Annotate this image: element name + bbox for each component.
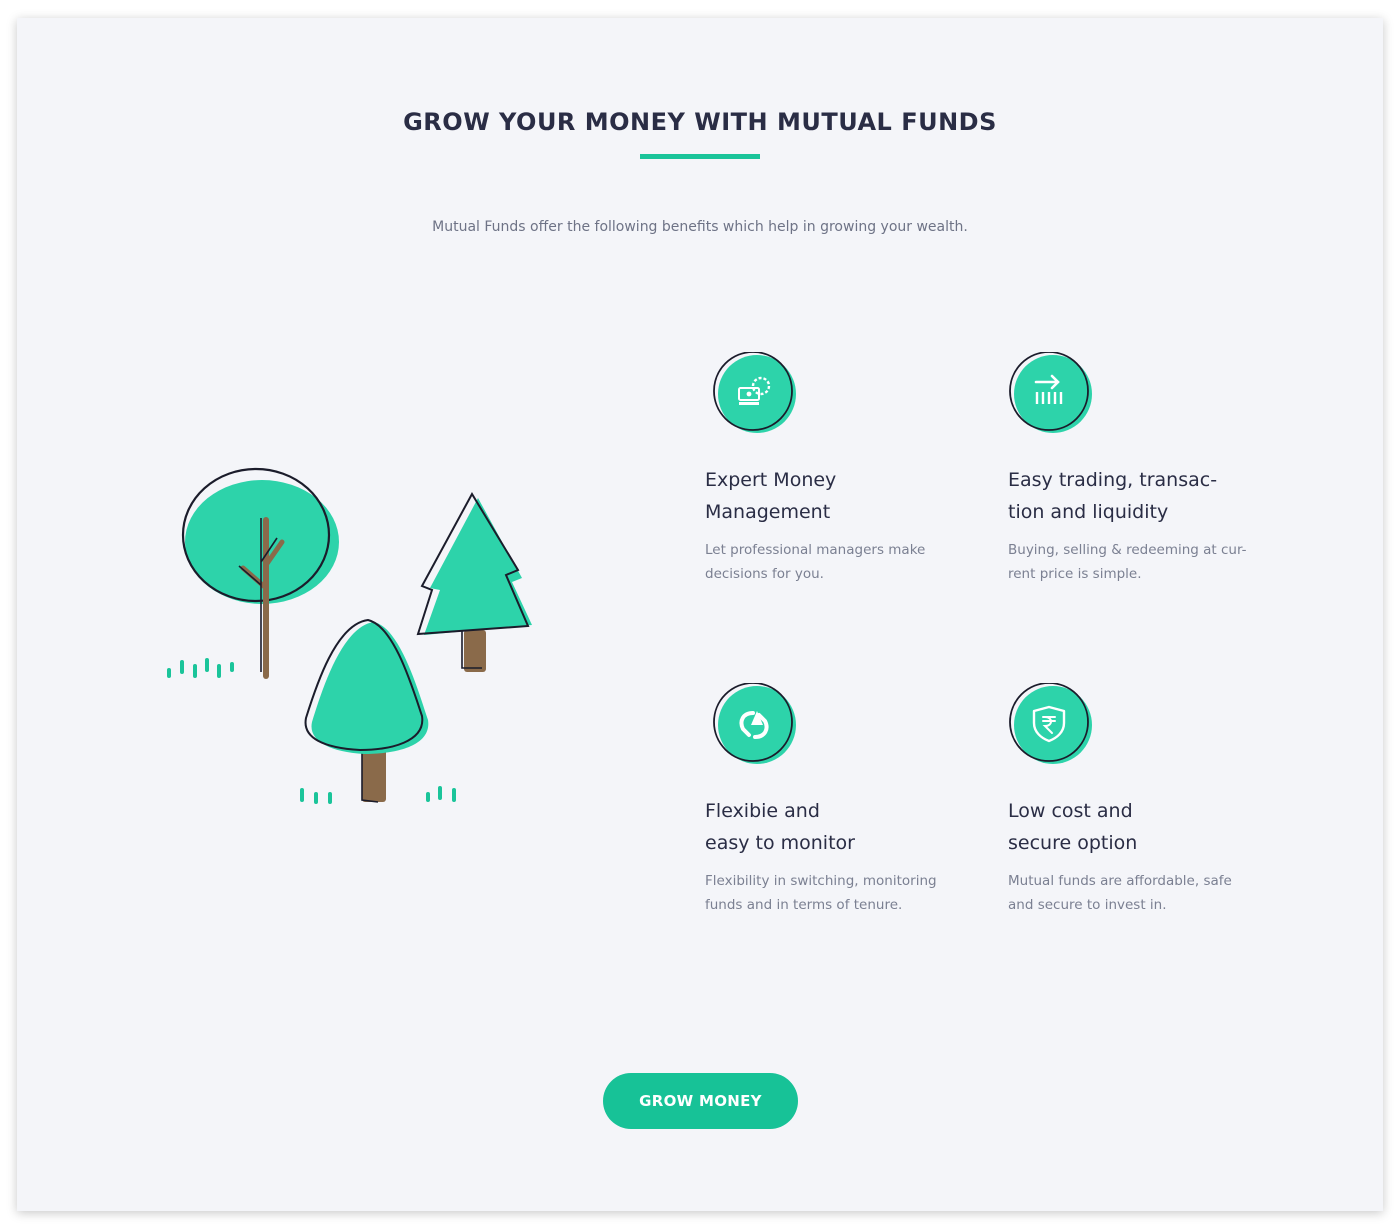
cone-tree [304,618,429,803]
feature-title: Low cost and secure option [1008,800,1138,854]
feature-title: Easy trading, transac- tion and liquidit… [1008,469,1218,523]
switch-arrows-icon [713,683,796,764]
page-subtitle: Mutual Funds offer the following benefit… [432,219,968,235]
round-tree [181,467,339,679]
feature-description: Buying, selling & redeeming at cur- rent… [1008,542,1247,582]
money-gear-icon [713,352,796,433]
feature-description: Mutual funds are affordable, safe and se… [1008,873,1232,913]
page-title: GROW YOUR MONEY WITH MUTUAL FUNDS [403,108,997,136]
feature-description: Flexibility in switching, monitoring fun… [705,873,937,913]
pine-tree [416,491,532,672]
title-underline [640,154,760,159]
feature-title: Flexibie and easy to monitor [705,800,855,854]
trading-arrow-icon [1009,352,1092,433]
grass-left [167,658,234,678]
grow-money-button[interactable]: GROW MONEY [603,1073,798,1129]
feature-description: Let professional managers make decisions… [705,542,926,582]
rupee-shield-icon [1009,683,1092,764]
feature-title: Expert Money Management [705,469,837,523]
trees-illustration [167,467,532,804]
